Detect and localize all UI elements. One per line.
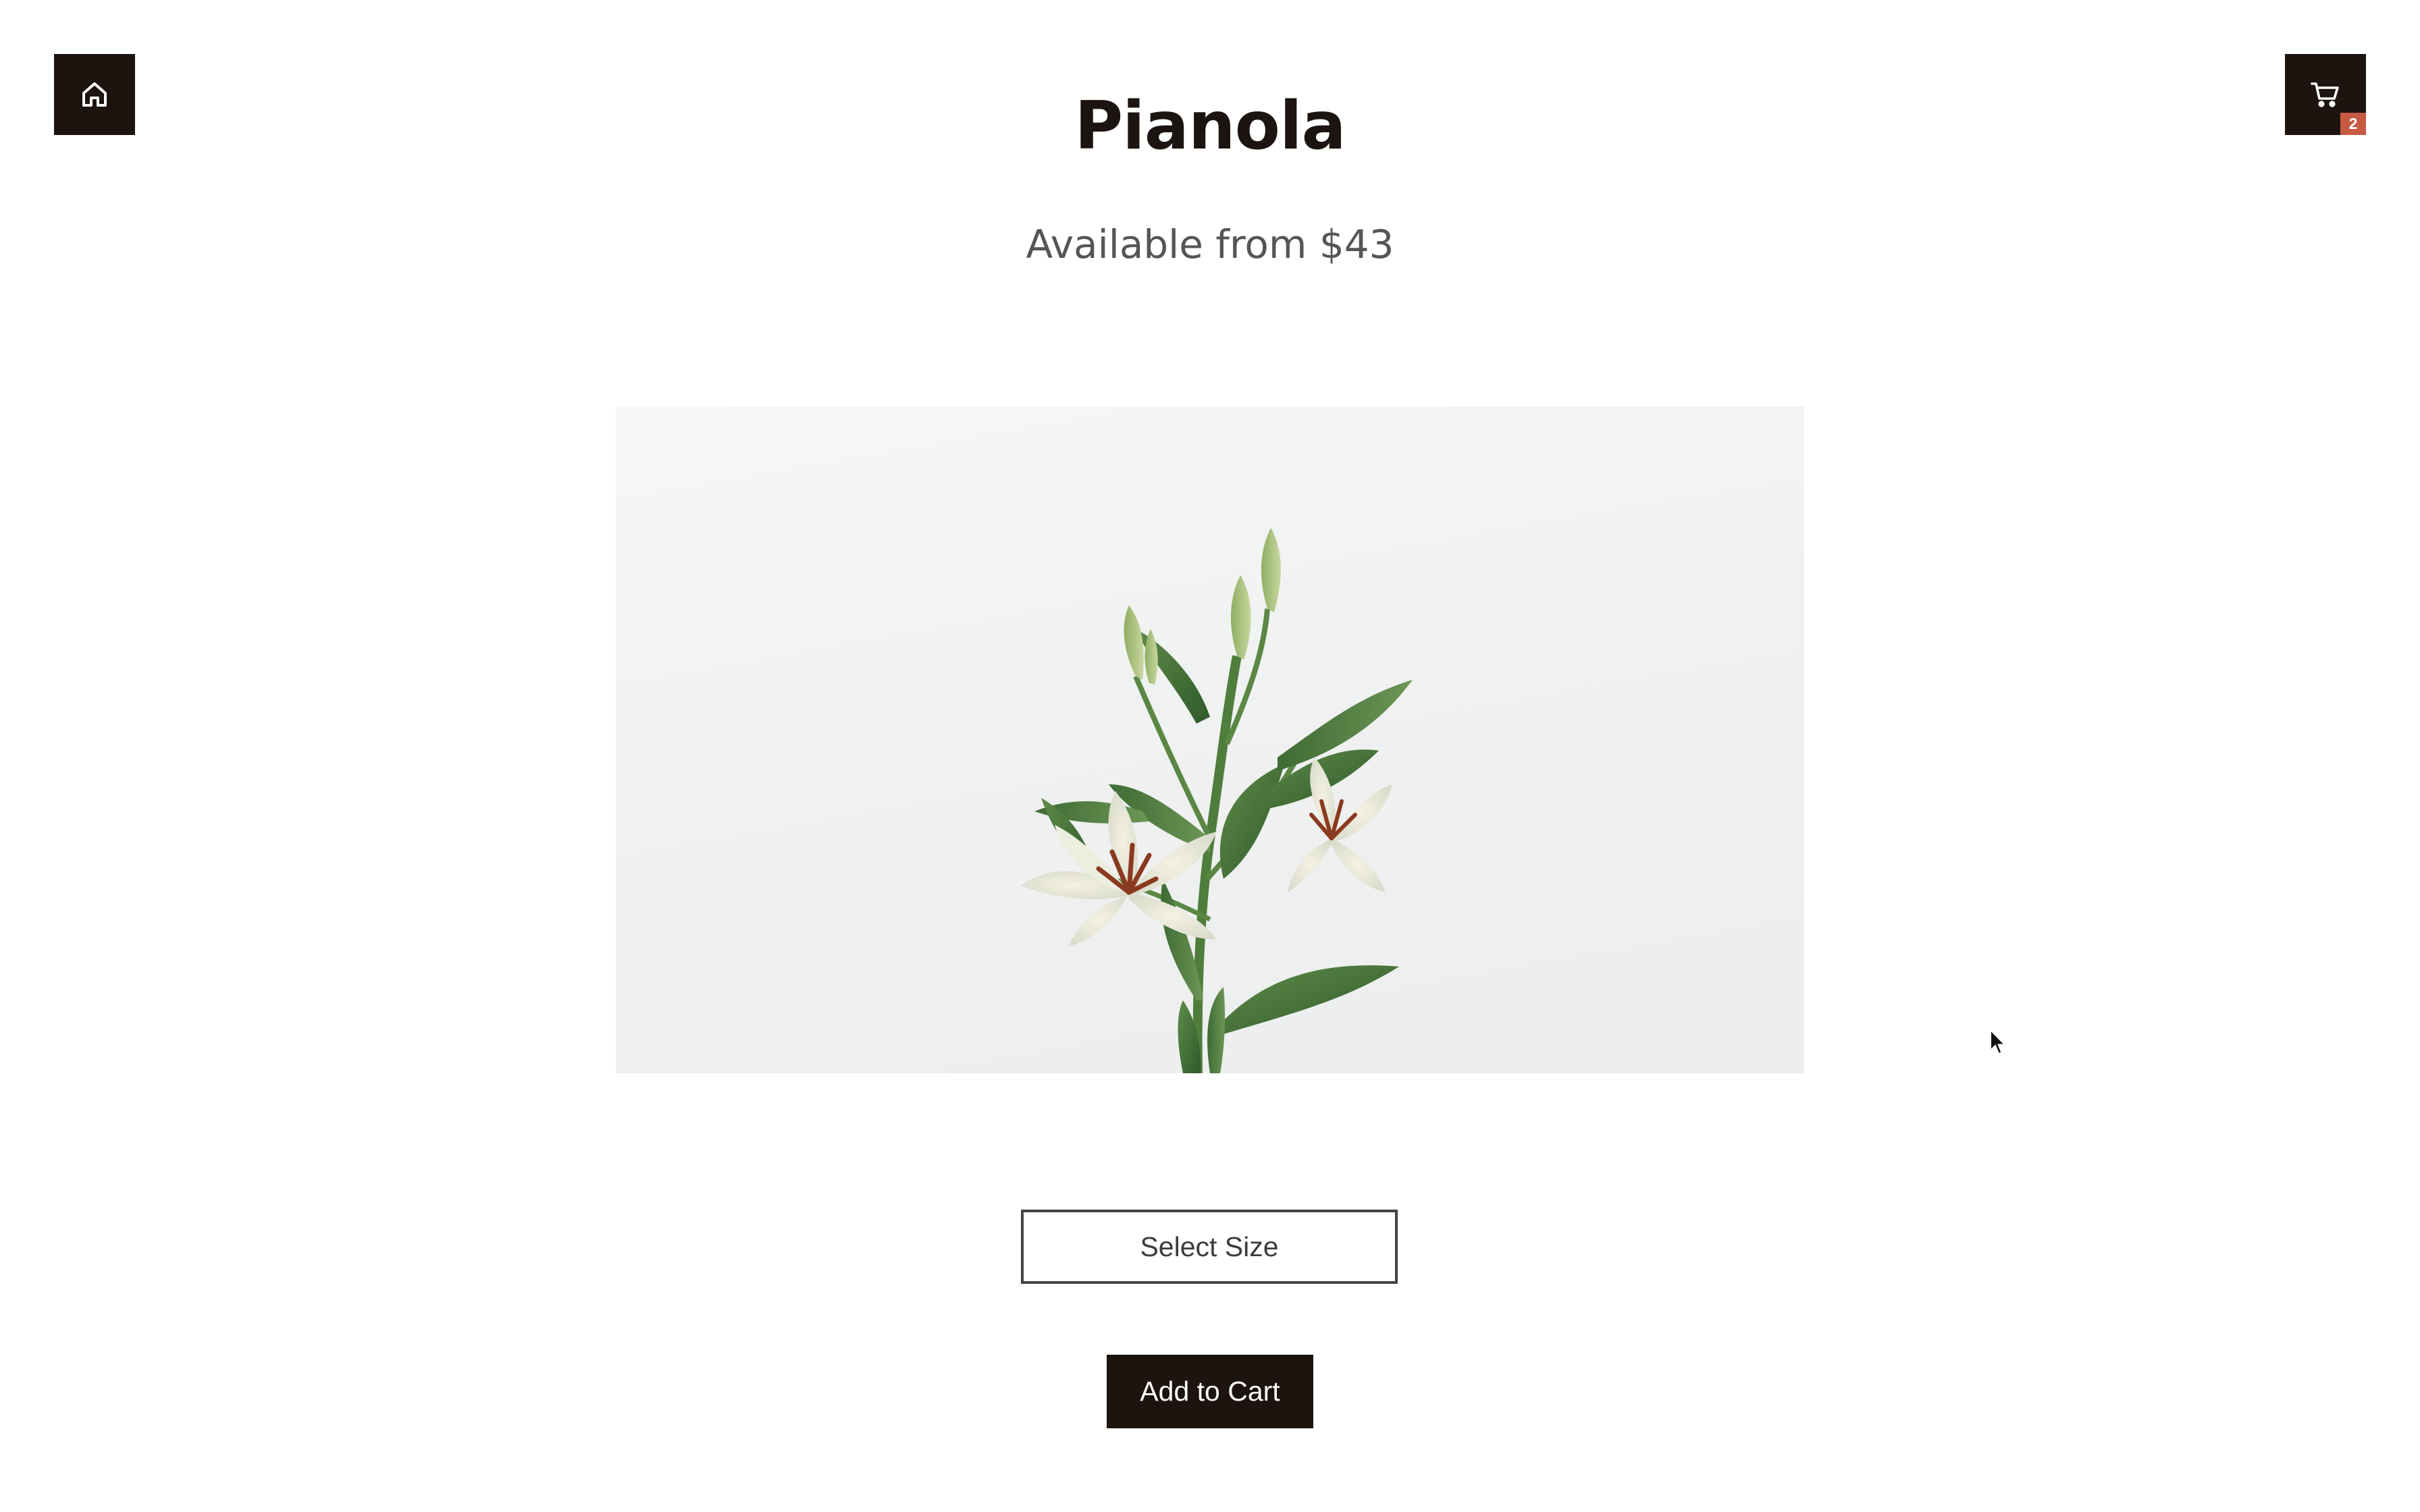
product-title: Pianola <box>1074 88 1346 165</box>
select-size-button[interactable]: Select Size <box>1021 1210 1398 1284</box>
product-price: Available from $43 <box>1026 221 1394 267</box>
product-image <box>616 406 1804 1073</box>
mouse-pointer-icon <box>1989 1028 2007 1056</box>
add-to-cart-button[interactable]: Add to Cart <box>1107 1355 1313 1428</box>
